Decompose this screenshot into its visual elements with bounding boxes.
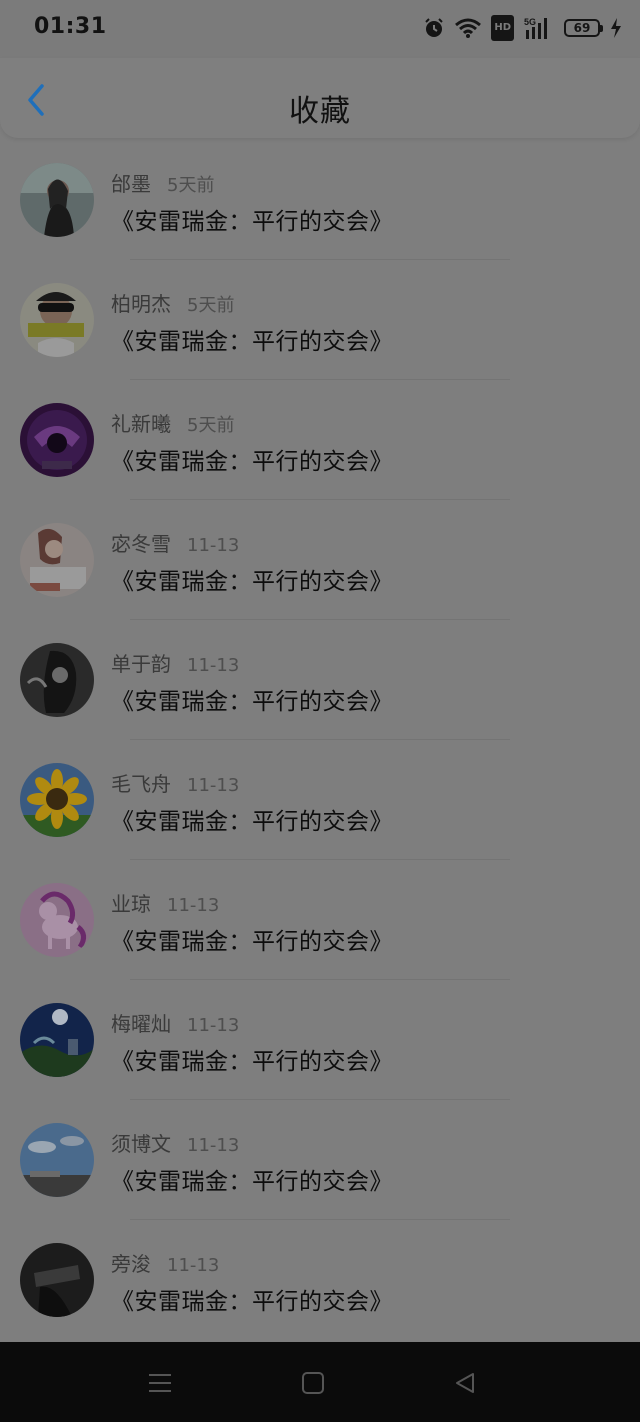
avatar[interactable] bbox=[20, 1123, 94, 1197]
back-nav-button[interactable] bbox=[450, 1368, 480, 1398]
page-title: 收藏 bbox=[289, 94, 351, 129]
item-title: 《安雷瑞金：平行的交会》 bbox=[111, 1289, 393, 1315]
author-name: 业琼 bbox=[111, 892, 151, 916]
item-author: 宓冬雪 11-13 bbox=[111, 528, 239, 557]
wifi-icon bbox=[455, 15, 482, 41]
item-time: 11-13 bbox=[167, 895, 220, 916]
network-type-label: 5G bbox=[524, 17, 536, 27]
item-author: 毛飞舟 11-13 bbox=[111, 768, 239, 797]
author-name: 单于韵 bbox=[111, 652, 171, 676]
item-time: 11-13 bbox=[167, 1255, 220, 1276]
author-name: 须博文 bbox=[111, 1132, 171, 1156]
back-triangle-icon bbox=[456, 1373, 474, 1393]
avatar[interactable] bbox=[20, 1243, 94, 1317]
item-title: 《安雷瑞金：平行的交会》 bbox=[111, 1049, 393, 1075]
item-title: 《安雷瑞金：平行的交会》 bbox=[111, 809, 393, 835]
item-title: 《安雷瑞金：平行的交会》 bbox=[111, 329, 393, 355]
avatar[interactable] bbox=[20, 1003, 94, 1077]
list-item[interactable]: 业琼 11-13 《安雷瑞金：平行的交会》 bbox=[0, 860, 640, 980]
item-time: 5天前 bbox=[187, 415, 235, 436]
item-title: 《安雷瑞金：平行的交会》 bbox=[111, 689, 393, 715]
item-time: 5天前 bbox=[187, 295, 235, 316]
5g-signal-icon: 5G bbox=[524, 15, 554, 41]
item-author: 业琼 11-13 bbox=[111, 888, 219, 917]
list-item[interactable]: 邰墨 5天前 《安雷瑞金：平行的交会》 bbox=[0, 140, 640, 260]
battery-level: 69 bbox=[573, 21, 591, 35]
item-author: 单于韵 11-13 bbox=[111, 648, 239, 677]
author-name: 礼新曦 bbox=[111, 412, 171, 436]
alarm-icon bbox=[423, 15, 445, 41]
avatar[interactable] bbox=[20, 763, 94, 837]
home-button[interactable] bbox=[298, 1368, 328, 1398]
author-name: 毛飞舟 bbox=[111, 772, 171, 796]
status-bar: 01:31 HD 5G 69 bbox=[0, 0, 640, 58]
item-title: 《安雷瑞金：平行的交会》 bbox=[111, 929, 393, 955]
avatar[interactable] bbox=[20, 163, 94, 237]
list-item[interactable]: 柏明杰 5天前 《安雷瑞金：平行的交会》 bbox=[0, 260, 640, 380]
item-author: 旁浚 11-13 bbox=[111, 1248, 219, 1277]
system-nav-bar bbox=[0, 1342, 640, 1422]
item-time: 11-13 bbox=[187, 655, 240, 676]
author-name: 宓冬雪 bbox=[111, 532, 171, 556]
item-title: 《安雷瑞金：平行的交会》 bbox=[111, 569, 393, 595]
avatar[interactable] bbox=[20, 523, 94, 597]
item-time: 11-13 bbox=[187, 775, 240, 796]
home-icon bbox=[302, 1372, 324, 1394]
author-name: 邰墨 bbox=[111, 172, 151, 196]
item-author: 邰墨 5天前 bbox=[111, 168, 214, 197]
menu-button[interactable] bbox=[145, 1368, 175, 1398]
status-icons: HD 5G 69 bbox=[423, 14, 622, 42]
item-author: 须博文 11-13 bbox=[111, 1128, 239, 1157]
list-item[interactable]: 旁浚 11-13 《安雷瑞金：平行的交会》 bbox=[0, 1220, 640, 1340]
item-time: 11-13 bbox=[187, 1135, 240, 1156]
list-item[interactable]: 礼新曦 5天前 《安雷瑞金：平行的交会》 bbox=[0, 380, 640, 500]
item-title: 《安雷瑞金：平行的交会》 bbox=[111, 209, 393, 235]
author-name: 梅曜灿 bbox=[111, 1012, 171, 1036]
item-author: 柏明杰 5天前 bbox=[111, 288, 234, 317]
hd-icon: HD bbox=[491, 15, 514, 41]
author-name: 旁浚 bbox=[111, 1252, 151, 1276]
item-author: 礼新曦 5天前 bbox=[111, 408, 234, 437]
battery-icon: 69 bbox=[564, 19, 603, 37]
header: 收藏 bbox=[0, 58, 640, 138]
list-item[interactable]: 宓冬雪 11-13 《安雷瑞金：平行的交会》 bbox=[0, 500, 640, 620]
charging-icon bbox=[610, 15, 622, 41]
item-author: 梅曜灿 11-13 bbox=[111, 1008, 239, 1037]
item-time: 11-13 bbox=[187, 535, 240, 556]
avatar[interactable] bbox=[20, 283, 94, 357]
avatar[interactable] bbox=[20, 403, 94, 477]
item-title: 《安雷瑞金：平行的交会》 bbox=[111, 1169, 393, 1195]
avatar[interactable] bbox=[20, 643, 94, 717]
avatar[interactable] bbox=[20, 883, 94, 957]
author-name: 柏明杰 bbox=[111, 292, 171, 316]
item-title: 《安雷瑞金：平行的交会》 bbox=[111, 449, 393, 475]
list-item[interactable]: 单于韵 11-13 《安雷瑞金：平行的交会》 bbox=[0, 620, 640, 740]
list-item[interactable]: 须博文 11-13 《安雷瑞金：平行的交会》 bbox=[0, 1100, 640, 1220]
favorites-list: 邰墨 5天前 《安雷瑞金：平行的交会》 柏明杰 5天前 《安雷瑞金：平行的交会》 礼… bbox=[0, 140, 640, 1340]
item-time: 5天前 bbox=[167, 175, 215, 196]
status-time: 01:31 bbox=[34, 14, 107, 39]
favorites-screen: 01:31 HD 5G 69 收藏 邰墨 5天前 《安雷瑞金：平行的交会》 柏明… bbox=[0, 0, 640, 1422]
menu-icon bbox=[149, 1374, 171, 1392]
list-item[interactable]: 毛飞舟 11-13 《安雷瑞金：平行的交会》 bbox=[0, 740, 640, 860]
item-time: 11-13 bbox=[187, 1015, 240, 1036]
list-item[interactable]: 梅曜灿 11-13 《安雷瑞金：平行的交会》 bbox=[0, 980, 640, 1100]
